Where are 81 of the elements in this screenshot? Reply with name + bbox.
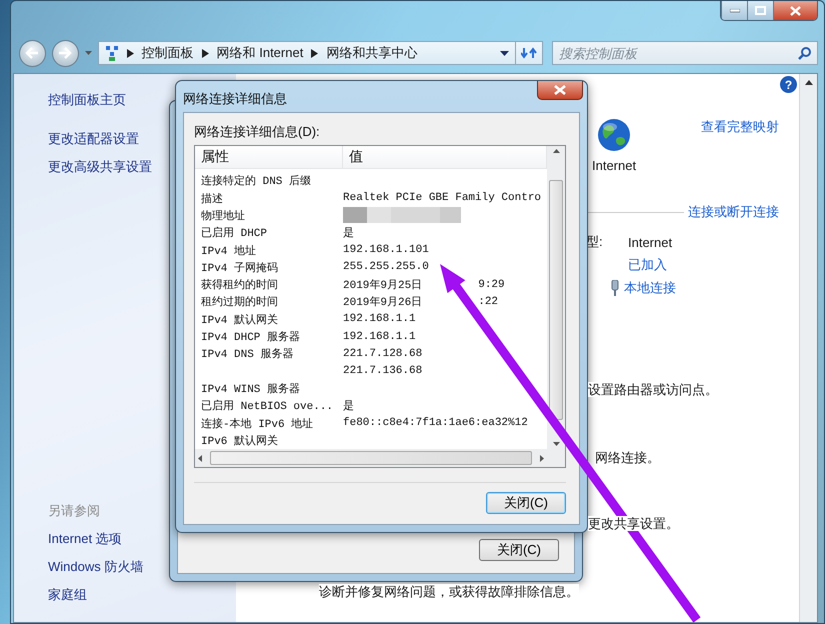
value-cell-text: 是 xyxy=(343,226,354,240)
back-button[interactable] xyxy=(19,40,46,66)
scrollbar-thumb[interactable] xyxy=(549,180,563,420)
column-header[interactable]: 属性 xyxy=(195,146,343,168)
property-cell-text: IPv4 子网掩码 xyxy=(200,261,280,275)
property-cell-text: IPv4 DNS 服务器 xyxy=(200,347,294,362)
dialog-title: 网络连接详细信息 xyxy=(183,90,287,108)
property-cell-text: IPv4 DHCP 服务器 xyxy=(200,330,302,344)
vertical-scrollbar[interactable] xyxy=(547,146,565,449)
property-cell-text: 获得租约的时间 xyxy=(200,278,279,292)
chevron-right-icon xyxy=(311,48,318,58)
maximize-button[interactable] xyxy=(747,1,773,20)
scroll-right-icon[interactable] xyxy=(540,454,544,462)
connect-disconnect-link[interactable]: 连接或断开连接 xyxy=(688,203,779,221)
property-cell-text: 已启用 DHCP xyxy=(200,226,268,240)
local-connection-link[interactable]: 本地连接 xyxy=(624,279,676,297)
property-cell-text: IPv4 地址 xyxy=(200,244,258,258)
value-cell: 9:29 xyxy=(478,278,505,291)
close-button[interactable] xyxy=(537,81,583,100)
close-icon xyxy=(790,6,801,16)
value-cell: 192.168.1.101 xyxy=(343,244,429,256)
chevron-right-icon xyxy=(202,48,209,58)
address-bar[interactable]: 控制面板 网络和 Internet 网络和共享中心 xyxy=(98,41,516,65)
horizontal-scrollbar[interactable] xyxy=(195,449,547,467)
view-full-map-link[interactable]: 查看完整映射 xyxy=(701,118,779,173)
property-cell-text: 租约过期的时间 xyxy=(200,295,279,310)
arrow-right-icon xyxy=(58,47,72,59)
property-cell-text: IPv6 默认网关 xyxy=(200,434,280,448)
scroll-down-icon[interactable] xyxy=(552,442,560,446)
breadcrumb-item[interactable]: 网络和 Internet xyxy=(216,44,304,62)
search-icon xyxy=(798,46,812,60)
close-dialog-button[interactable]: 关闭(C) xyxy=(486,492,566,514)
minimize-icon xyxy=(730,8,740,12)
type-value: Internet xyxy=(628,234,674,250)
minimize-button[interactable] xyxy=(721,1,747,20)
maximize-icon xyxy=(755,6,766,15)
value-cell: 192.168.1.1 xyxy=(343,313,416,326)
property-cell-text: IPv4 WINS 服务器 xyxy=(200,382,302,396)
value-cell: 192.168.1.1 xyxy=(343,330,416,343)
scrollbar[interactable] xyxy=(799,74,817,622)
refresh-button[interactable] xyxy=(516,41,543,65)
value-cell-text: 是 xyxy=(343,399,354,414)
value-cell: 255.255.255.0 xyxy=(343,261,429,274)
globe-icon xyxy=(597,118,632,152)
value-cell: Realtek PCIe GBE Family Contro xyxy=(343,192,542,204)
sidebar-link[interactable]: 家庭组 xyxy=(48,585,236,605)
scroll-left-icon[interactable] xyxy=(198,454,202,462)
search-field[interactable]: 搜索控制面板 xyxy=(552,41,818,65)
close-icon xyxy=(554,85,566,95)
property-cell-text: IPv4 默认网关 xyxy=(200,312,280,327)
forward-button[interactable] xyxy=(52,40,79,66)
chevron-right-icon xyxy=(126,48,134,58)
value-cell: fe80::c8e4:7f1a:1ae6:ea32%12 xyxy=(343,417,528,430)
network-label: Internet xyxy=(592,158,636,173)
plug-icon xyxy=(610,280,620,296)
see-also-heading: 另请参阅 xyxy=(48,502,101,520)
value-cell: 221.7.128.68 xyxy=(343,348,422,360)
close-button[interactable] xyxy=(773,1,817,20)
help-button[interactable]: ? xyxy=(780,76,797,93)
list-label: 网络连接详细信息(D): xyxy=(194,123,321,141)
value-cell: 221.7.136.68 xyxy=(343,365,422,378)
property-cell-text: 描述 xyxy=(200,192,224,206)
property-cell-text: 物理地址 xyxy=(200,209,246,223)
homegroup-link[interactable]: 已加入 xyxy=(628,256,779,274)
details-list[interactable] xyxy=(194,145,566,468)
property-cell-text: 连接特定的 DNS 后缀 xyxy=(200,174,312,188)
dropdown-icon[interactable] xyxy=(500,50,509,56)
property-cell-text: 连接-本地 IPv6 地址 xyxy=(200,416,314,431)
value-cell-text: 2019年9月25日 xyxy=(343,278,422,292)
refresh-icon xyxy=(520,46,537,60)
scroll-up-icon[interactable] xyxy=(552,149,560,153)
scrollbar-thumb[interactable] xyxy=(210,451,532,465)
property-cell-text: 已启用 NetBIOS ove... xyxy=(200,398,334,414)
value-cell: :22 xyxy=(478,296,498,308)
breadcrumb-item[interactable]: 网络和共享中心 xyxy=(326,44,418,62)
close-dialog-button[interactable]: 关闭(C) xyxy=(479,539,559,561)
breadcrumb-item[interactable]: 控制面板 xyxy=(142,44,194,62)
arrow-left-icon xyxy=(25,47,40,59)
scroll-up-icon[interactable] xyxy=(804,80,812,85)
value-cell-text: 2019年9月26日 xyxy=(343,295,422,310)
network-icon xyxy=(104,45,119,61)
